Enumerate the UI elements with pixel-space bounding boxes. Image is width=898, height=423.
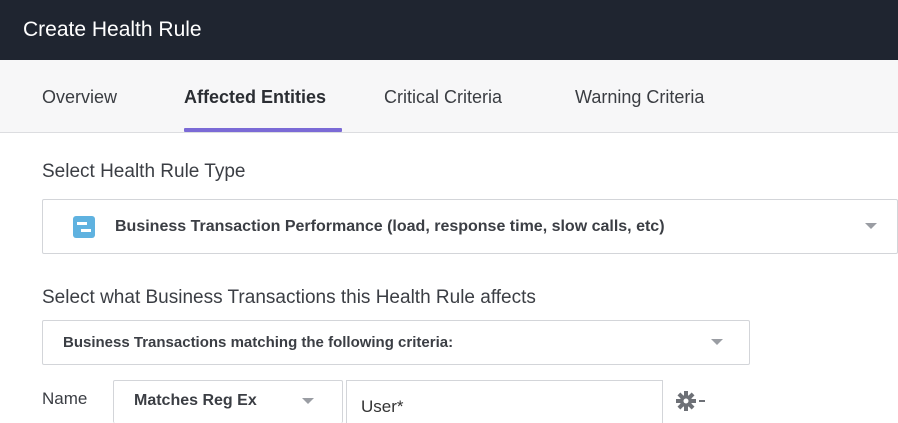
rule-type-select[interactable]: Business Transaction Performance (load, … — [42, 199, 898, 254]
criteria-value-input[interactable] — [346, 380, 663, 423]
criteria-field-label: Name — [42, 389, 88, 408]
affects-label: Select what Business Transactions this H… — [42, 287, 536, 308]
tab-critical-criteria[interactable]: Critical Criteria — [384, 60, 502, 133]
chevron-down-icon — [865, 223, 877, 229]
rule-type-label: Select Health Rule Type — [42, 161, 246, 182]
chevron-down-icon — [711, 339, 723, 345]
tab-affected-entities[interactable]: Affected Entities — [184, 60, 326, 133]
business-transaction-icon — [73, 216, 95, 238]
gear-icon[interactable] — [675, 386, 715, 416]
affects-value: Business Transactions matching the follo… — [63, 334, 454, 351]
window-title: Create Health Rule — [0, 0, 898, 60]
tab-overview[interactable]: Overview — [42, 60, 117, 133]
rule-type-value: Business Transaction Performance (load, … — [115, 218, 665, 235]
operator-select[interactable]: Matches Reg Ex — [113, 380, 343, 423]
tab-warning-criteria[interactable]: Warning Criteria — [575, 60, 704, 133]
affects-select[interactable]: Business Transactions matching the follo… — [42, 320, 750, 365]
operator-value: Matches Reg Ex — [134, 392, 257, 409]
tab-bar: Overview Affected Entities Critical Crit… — [0, 60, 898, 133]
active-tab-indicator — [184, 128, 342, 132]
chevron-down-icon — [302, 398, 314, 404]
